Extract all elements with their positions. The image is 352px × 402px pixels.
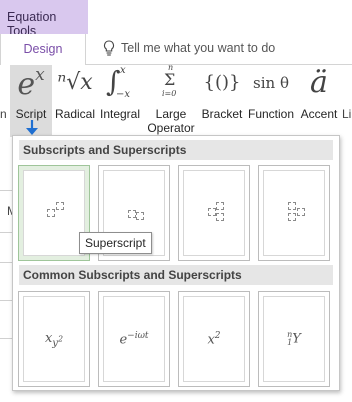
placeholder-box: [288, 213, 296, 221]
accent-label: Accent: [300, 107, 338, 121]
radical-button[interactable]: ⁿ√x Radical: [55, 65, 95, 137]
doc-gridline: [0, 190, 12, 191]
ribbon-edge-label: n: [0, 107, 7, 121]
formula-left-scripts-y: n 1 Y: [287, 330, 301, 347]
placeholder-box: [128, 210, 136, 218]
accent-button[interactable]: ä Accent: [298, 65, 340, 137]
integral-label: Integral: [99, 107, 141, 121]
integral-icon: ∫ x −x: [106, 65, 131, 100]
formula-e-to-minus-i-omega-t: e−iωt: [119, 331, 149, 348]
script-icon: ex: [17, 65, 45, 102]
doc-gridline: [0, 338, 12, 339]
tab-design[interactable]: Design: [0, 34, 86, 65]
sigma-icon: n Σ i=0: [162, 63, 177, 98]
equation-tools-context-tab: Equation Tools: [0, 0, 88, 38]
doc-gridline: [0, 300, 12, 301]
gallery-item-common-4[interactable]: n 1 Y: [258, 291, 330, 387]
placeholder-box: [47, 209, 55, 217]
radical-label: Radical: [55, 107, 96, 121]
function-icon: sin θ: [253, 74, 289, 92]
function-label: Function: [247, 107, 295, 121]
tell-me-box[interactable]: Tell me what you want to do: [103, 40, 275, 56]
script-gallery: Subscripts and Superscripts Common Subsc…: [12, 135, 340, 391]
gallery-item-common-1[interactable]: xy2: [18, 291, 90, 387]
script-button[interactable]: ex Script: [10, 65, 52, 137]
tell-me-placeholder: Tell me what you want to do: [121, 41, 276, 55]
placeholder-box: [208, 208, 216, 216]
bracket-button[interactable]: {()} Bracket: [200, 65, 244, 137]
gallery-item-left-subscript-superscript[interactable]: [258, 165, 330, 261]
large-operator-label-2: Operator: [147, 121, 195, 135]
large-operator-label-1: Large: [155, 107, 187, 121]
script-label: Script: [15, 107, 47, 121]
lightbulb-icon: [103, 40, 115, 56]
formula-x-squared: x2: [207, 331, 221, 348]
placeholder-box: [216, 202, 224, 210]
formula-x-sub-y-squared: xy2: [44, 331, 64, 349]
gallery-item-common-3[interactable]: x2: [178, 291, 250, 387]
section-header-subscripts: Subscripts and Superscripts: [19, 140, 333, 160]
function-button[interactable]: sin θ Function: [246, 65, 296, 137]
placeholder-box: [288, 202, 296, 210]
section-header-common: Common Subscripts and Superscripts: [19, 265, 333, 285]
gallery-item-subscript-superscript[interactable]: [178, 165, 250, 261]
placeholder-box: [297, 208, 305, 216]
placeholder-box: [136, 212, 144, 220]
equation-ribbon: n ex Script ⁿ√x Radical ∫ x −x Integral …: [0, 63, 352, 137]
superscript-tooltip: Superscript: [79, 232, 152, 254]
radical-icon: ⁿ√x: [57, 70, 93, 95]
bracket-label: Bracket: [201, 107, 243, 121]
large-operator-button[interactable]: n Σ i=0 Large Operator: [144, 63, 198, 137]
accent-icon: ä: [310, 65, 328, 100]
gallery-item-common-2[interactable]: e−iωt: [98, 291, 170, 387]
doc-gridline: [0, 262, 12, 263]
placeholder-box: [56, 202, 64, 210]
ribbon-edge-label-right: Li: [342, 107, 352, 121]
integral-button[interactable]: ∫ x −x Integral: [98, 65, 142, 137]
bracket-icon: {()}: [203, 72, 241, 93]
placeholder-box: [216, 213, 224, 221]
chevron-down-icon: [26, 120, 38, 135]
doc-gridline: [0, 232, 12, 233]
